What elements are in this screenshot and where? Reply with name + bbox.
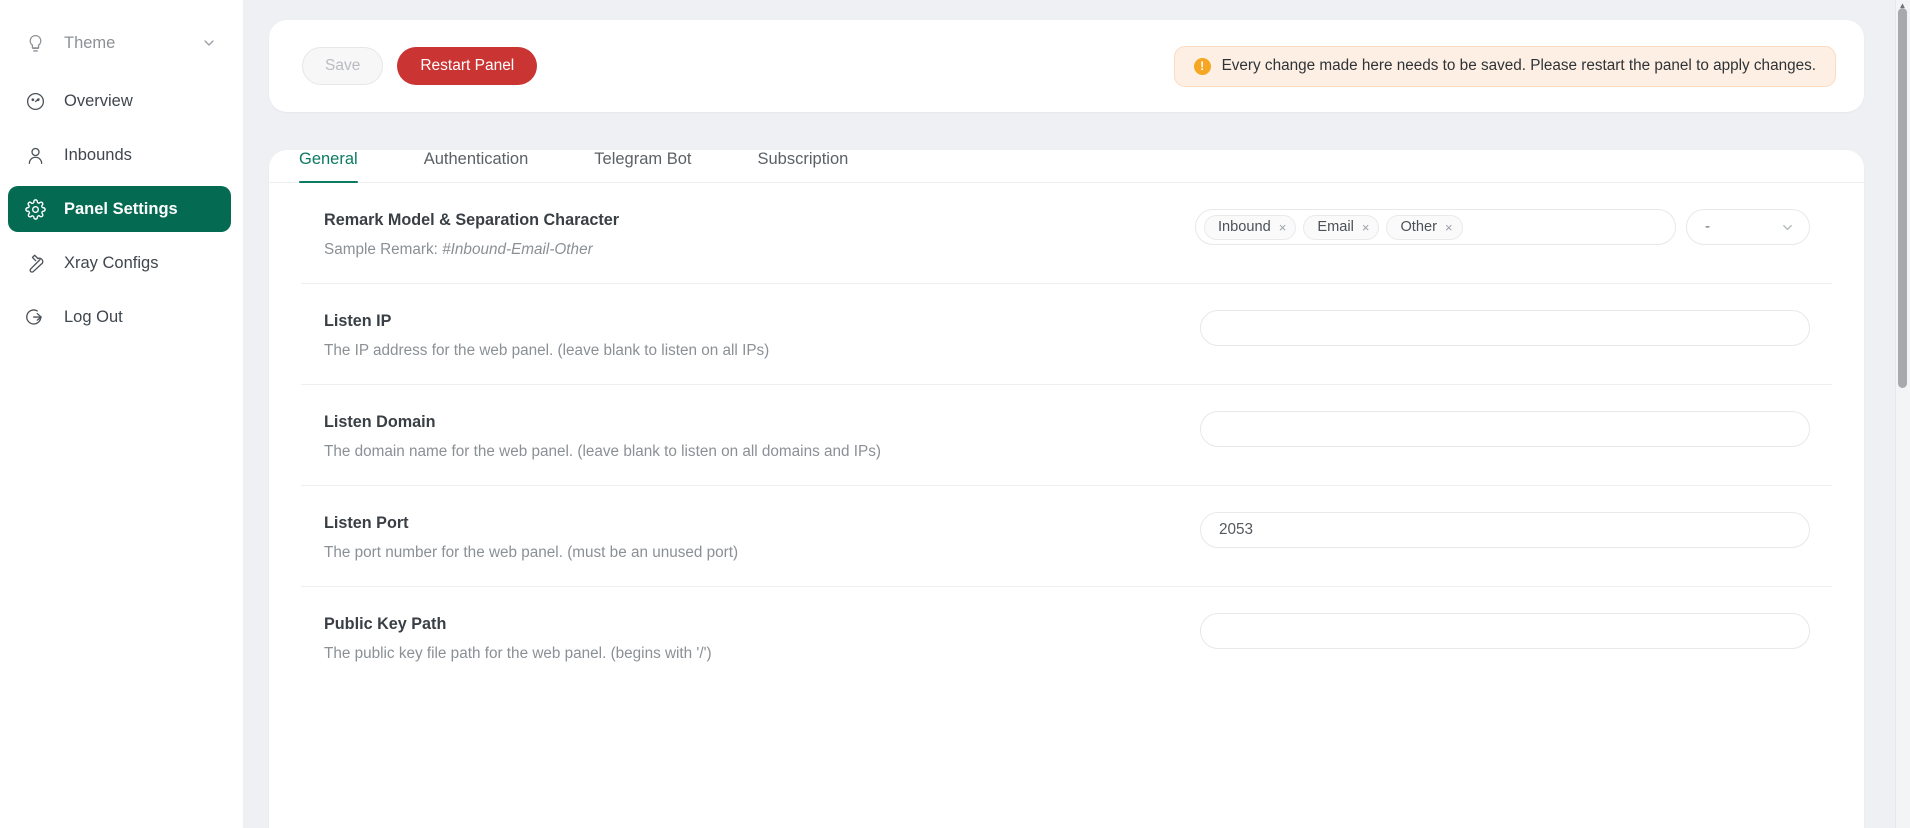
sidebar-item-label-overview: Overview: [64, 92, 133, 111]
setting-label-group: Listen Port The port number for the web …: [301, 512, 941, 562]
sidebar-item-log-out[interactable]: Log Out: [8, 294, 231, 340]
setting-description: The IP address for the web panel. (leave…: [324, 342, 941, 360]
settings-tabs: General Authentication Telegram Bot Subs…: [269, 150, 1864, 183]
tab-authentication[interactable]: Authentication: [424, 150, 529, 182]
sidebar-item-panel-settings[interactable]: Panel Settings: [8, 186, 231, 232]
setting-label-group: Public Key Path The public key file path…: [301, 613, 941, 663]
chevron-down-icon[interactable]: [201, 35, 217, 51]
tag-label: Email: [1317, 219, 1354, 235]
tag-remove-icon[interactable]: ×: [1279, 221, 1287, 234]
tag-email[interactable]: Email ×: [1303, 215, 1379, 240]
setting-control-group: Inbound × Email × Other × -: [1195, 209, 1832, 245]
setting-row-listen-port: Listen Port The port number for the web …: [301, 486, 1832, 587]
setting-control-group: [1200, 310, 1832, 346]
setting-title: Listen Port: [324, 514, 941, 533]
setting-title: Listen Domain: [324, 413, 941, 432]
sidebar-item-label-inbounds: Inbounds: [64, 146, 132, 165]
nav-spacer: [0, 70, 243, 74]
setting-label-group: Listen IP The IP address for the web pan…: [301, 310, 941, 360]
tag-remove-icon[interactable]: ×: [1445, 221, 1453, 234]
setting-description: Sample Remark: #Inbound-Email-Other: [324, 241, 941, 259]
sidebar-item-label-xray-configs: Xray Configs: [64, 254, 158, 273]
separation-character-select[interactable]: -: [1686, 209, 1810, 245]
sample-remark-prefix: Sample Remark:: [324, 241, 442, 258]
settings-rows: Remark Model & Separation Character Samp…: [269, 183, 1864, 687]
listen-port-input[interactable]: [1200, 512, 1810, 548]
unsaved-changes-alert: ! Every change made here needs to be sav…: [1174, 46, 1836, 87]
setting-description: The public key file path for the web pan…: [324, 645, 941, 663]
setting-control-group: [1200, 512, 1832, 548]
warning-icon: !: [1194, 58, 1211, 75]
listen-ip-input[interactable]: [1200, 310, 1810, 346]
action-toolbar: Save Restart Panel ! Every change made h…: [269, 20, 1864, 112]
sidebar-item-inbounds[interactable]: Inbounds: [8, 132, 231, 178]
setting-control-group: [1200, 411, 1832, 447]
wrench-icon: [24, 252, 46, 274]
tag-label: Inbound: [1218, 219, 1271, 235]
user-icon: [24, 144, 46, 166]
lightbulb-icon: [24, 32, 46, 54]
setting-row-listen-ip: Listen IP The IP address for the web pan…: [301, 284, 1832, 385]
setting-label-group: Remark Model & Separation Character Samp…: [301, 209, 941, 259]
logout-icon: [24, 306, 46, 328]
sidebar-item-label-panel-settings: Panel Settings: [64, 200, 178, 219]
tab-subscription[interactable]: Subscription: [758, 150, 849, 182]
public-key-path-input[interactable]: [1200, 613, 1810, 649]
settings-card: General Authentication Telegram Bot Subs…: [269, 150, 1864, 828]
scrollbar-thumb[interactable]: [1898, 8, 1907, 388]
tab-telegram-bot[interactable]: Telegram Bot: [594, 150, 691, 182]
listen-domain-input[interactable]: [1200, 411, 1810, 447]
tag-remove-icon[interactable]: ×: [1362, 221, 1370, 234]
tab-general[interactable]: General: [299, 150, 358, 182]
sidebar: Theme Overview Inbounds: [0, 0, 243, 828]
gauge-icon: [24, 90, 46, 112]
tag-inbound[interactable]: Inbound ×: [1204, 215, 1296, 240]
separation-character-value: -: [1705, 218, 1710, 236]
setting-description: The domain name for the web panel. (leav…: [324, 443, 941, 461]
gear-icon: [24, 198, 46, 220]
remark-model-tags-input[interactable]: Inbound × Email × Other ×: [1195, 209, 1676, 245]
sidebar-item-label-theme: Theme: [64, 34, 115, 53]
setting-title: Listen IP: [324, 312, 941, 331]
main-content: Save Restart Panel ! Every change made h…: [243, 0, 1910, 828]
app-root: Theme Overview Inbounds: [0, 0, 1910, 828]
setting-row-listen-domain: Listen Domain The domain name for the we…: [301, 385, 1832, 486]
save-button[interactable]: Save: [302, 47, 383, 85]
setting-label-group: Listen Domain The domain name for the we…: [301, 411, 941, 461]
setting-row-public-key-path: Public Key Path The public key file path…: [301, 587, 1832, 687]
restart-panel-button[interactable]: Restart Panel: [397, 47, 537, 85]
sample-remark-value: #Inbound-Email-Other: [442, 241, 593, 258]
chevron-down-icon[interactable]: [1780, 220, 1795, 235]
page-scrollbar[interactable]: ▲: [1895, 0, 1910, 828]
setting-control-group: [1200, 613, 1832, 649]
sidebar-item-theme[interactable]: Theme: [8, 20, 231, 66]
alert-text: Every change made here needs to be saved…: [1222, 57, 1816, 75]
tag-label: Other: [1400, 219, 1437, 235]
sidebar-item-overview[interactable]: Overview: [8, 78, 231, 124]
setting-title: Public Key Path: [324, 615, 941, 634]
sidebar-item-label-log-out: Log Out: [64, 308, 123, 327]
setting-title: Remark Model & Separation Character: [324, 211, 941, 230]
setting-row-remark-model: Remark Model & Separation Character Samp…: [301, 183, 1832, 284]
setting-description: The port number for the web panel. (must…: [324, 544, 941, 562]
sidebar-item-xray-configs[interactable]: Xray Configs: [8, 240, 231, 286]
tag-other[interactable]: Other ×: [1386, 215, 1462, 240]
